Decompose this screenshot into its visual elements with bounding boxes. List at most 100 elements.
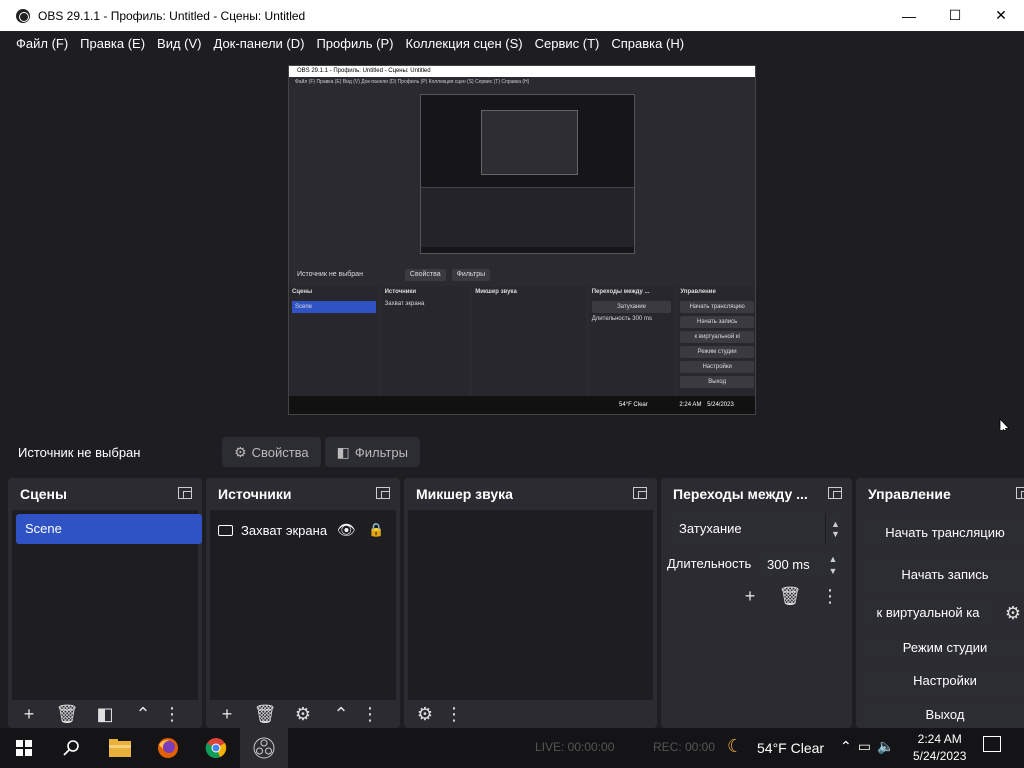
preview-dock-sources: Источники Захват экрана	[381, 286, 470, 396]
preview-time: 2:24 AM	[679, 402, 702, 408]
filters-label: Фильтры	[354, 444, 408, 460]
sources-toolbar: + 🗑 ⚙ ⌃ ⋮	[206, 700, 400, 728]
preview-menu: Файл (F) Правка (E) Вид (V) Док-панели (…	[295, 79, 530, 85]
sources-dock-header: Источники	[206, 478, 400, 510]
menu-profile[interactable]: Профиль (P)	[310, 36, 399, 51]
transition-select-value: Затухание	[679, 521, 742, 536]
start-record-button[interactable]: Начать запись	[860, 559, 1024, 591]
properties-label: Свойства	[251, 444, 309, 460]
close-button[interactable]: ✕	[978, 0, 1024, 31]
move-up-icon[interactable]: ⌃	[124, 702, 162, 726]
remove-scene-icon[interactable]: 🗑	[48, 702, 86, 726]
more-options-icon[interactable]: ⋮	[444, 702, 464, 726]
add-scene-button[interactable]: +	[10, 702, 48, 726]
network-icon[interactable]: ▭	[858, 738, 877, 754]
preview-properties: Свойства	[404, 269, 446, 281]
preview-btn-record: Начать запись	[680, 316, 754, 328]
preview-no-source: Источник не выбран	[297, 271, 363, 278]
sources-list: Захват экрана 👁 🔒	[210, 510, 396, 700]
preview-duration: Длительность 300 ms	[592, 316, 672, 322]
undock-icon[interactable]	[178, 487, 192, 499]
clock-time: 2:24 AM	[917, 732, 962, 746]
mixer-body	[408, 510, 653, 700]
preview-btn-virtual: к виртуальной кі	[680, 331, 754, 343]
start-stream-button[interactable]: Начать трансляцию	[860, 517, 1024, 549]
clock-date: 5/24/2023	[913, 749, 967, 763]
undock-icon[interactable]	[633, 487, 647, 499]
preview-dock-mixer: Микшер звука	[472, 286, 586, 396]
window-title: OBS 29.1.1 - Профиль: Untitled - Сцены: …	[38, 8, 306, 23]
preview-area: OBS 29.1.1 - Профиль: Untitled - Сцены: …	[0, 56, 1024, 430]
source-settings-icon[interactable]: ⚙	[284, 702, 322, 726]
scenes-dock-header: Сцены	[8, 478, 202, 510]
source-list-item[interactable]: Захват экрана 👁 🔒	[218, 516, 384, 544]
notification-icon[interactable]	[983, 736, 1001, 752]
preview-canvas[interactable]: OBS 29.1.1 - Профиль: Untitled - Сцены: …	[288, 65, 756, 415]
menu-tools[interactable]: Сервис (T)	[529, 36, 606, 51]
properties-button[interactable]: ⚙ Свойства	[222, 437, 321, 467]
windows-start-icon[interactable]	[0, 728, 48, 768]
chrome-icon[interactable]	[192, 728, 240, 768]
system-tray[interactable]: ⌃▭🔈	[840, 738, 900, 755]
live-status: LIVE: 00:00:00	[535, 740, 615, 754]
title-bar: OBS 29.1.1 - Профиль: Untitled - Сцены: …	[0, 0, 1024, 31]
virtual-camera-button[interactable]: к виртуальной ка	[860, 597, 996, 629]
add-source-button[interactable]: +	[208, 702, 246, 726]
obs-taskbar-icon[interactable]	[240, 728, 288, 768]
exit-button[interactable]: Выход	[860, 701, 1024, 728]
scene-filters-icon[interactable]: ◧	[86, 702, 124, 726]
scenes-dock: Сцены Scene + 🗑 ◧ ⌃ ⋮	[8, 478, 202, 728]
transitions-dock: Переходы между ... Затухание ▲ ▼ Длительн…	[661, 478, 852, 728]
preview-nested-mini	[481, 110, 578, 175]
menu-scene-collection[interactable]: Коллекция сцен (S)	[400, 36, 529, 51]
scene-list-item[interactable]: Scene	[16, 514, 202, 544]
firefox-icon[interactable]	[144, 728, 192, 768]
preview-btn-stream: Начать трансляцию	[680, 301, 754, 313]
more-options-icon[interactable]: ⋮	[811, 584, 849, 608]
menu-file[interactable]: Файл (F)	[10, 36, 74, 51]
preview-dock-scenes: Сцены Scene	[289, 286, 379, 396]
mixer-toolbar: ⚙ ⋮	[404, 700, 657, 728]
more-options-icon[interactable]: ⋮	[162, 702, 182, 726]
studio-mode-button[interactable]: Режим студии	[860, 635, 1024, 661]
moon-weather-icon: ☾	[727, 736, 744, 756]
preview-duration-value: 300 ms	[632, 316, 652, 322]
minimize-button[interactable]: —	[886, 0, 932, 31]
undock-icon[interactable]	[1016, 487, 1024, 499]
virtual-camera-settings-icon[interactable]: ⚙	[1000, 601, 1024, 625]
spin-arrows-icon[interactable]: ▲ ▼	[823, 550, 843, 580]
tray-chevron-icon[interactable]: ⌃	[840, 738, 858, 754]
monitor-icon	[218, 524, 233, 536]
settings-button[interactable]: Настройки	[860, 667, 1024, 695]
file-explorer-icon[interactable]	[96, 728, 144, 768]
menu-docks[interactable]: Док-панели (D)	[208, 36, 311, 51]
undock-icon[interactable]	[376, 487, 390, 499]
search-icon[interactable]	[48, 728, 96, 768]
preview-dock-scenes-title: Сцены	[292, 289, 313, 295]
weather-widget[interactable]: 54°F Clear	[757, 740, 824, 756]
advanced-audio-icon[interactable]: ⚙	[406, 702, 444, 726]
volume-icon[interactable]: 🔈	[877, 738, 900, 754]
preview-source-bar: Источник не выбран Свойства Фильтры	[289, 266, 755, 284]
transition-select[interactable]: Затухание ▲ ▼	[669, 514, 845, 544]
duration-spinbox[interactable]: 300 ms ▲ ▼	[757, 550, 843, 580]
menu-edit[interactable]: Правка (E)	[74, 36, 151, 51]
scenes-dock-title: Сцены	[20, 486, 67, 502]
menu-view[interactable]: Вид (V)	[151, 36, 207, 51]
move-up-icon[interactable]: ⌃	[322, 702, 360, 726]
maximize-button[interactable]: ☐	[932, 0, 978, 31]
remove-source-icon[interactable]: 🗑	[246, 702, 284, 726]
preview-source-item: Захват экрана	[384, 301, 425, 307]
menu-help[interactable]: Справка (H)	[605, 36, 690, 51]
transitions-dock-title: Переходы между ...	[673, 486, 808, 502]
undock-icon[interactable]	[828, 487, 842, 499]
filters-button[interactable]: ◧ Фильтры	[324, 437, 420, 467]
clock[interactable]: 2:24 AM 5/24/2023	[913, 731, 966, 765]
more-options-icon[interactable]: ⋮	[360, 702, 380, 726]
add-transition-button[interactable]: +	[731, 584, 769, 608]
source-toolbar: Источник не выбран ⚙ Свойства ◧ Фильтры	[0, 430, 1024, 474]
lock-icon[interactable]: 🔒	[368, 522, 384, 538]
remove-transition-icon[interactable]: 🗑	[771, 584, 809, 608]
dock-area: Сцены Scene + 🗑 ◧ ⌃ ⋮ Источники Захват э…	[0, 478, 1024, 728]
eye-icon[interactable]: 👁	[337, 521, 356, 539]
